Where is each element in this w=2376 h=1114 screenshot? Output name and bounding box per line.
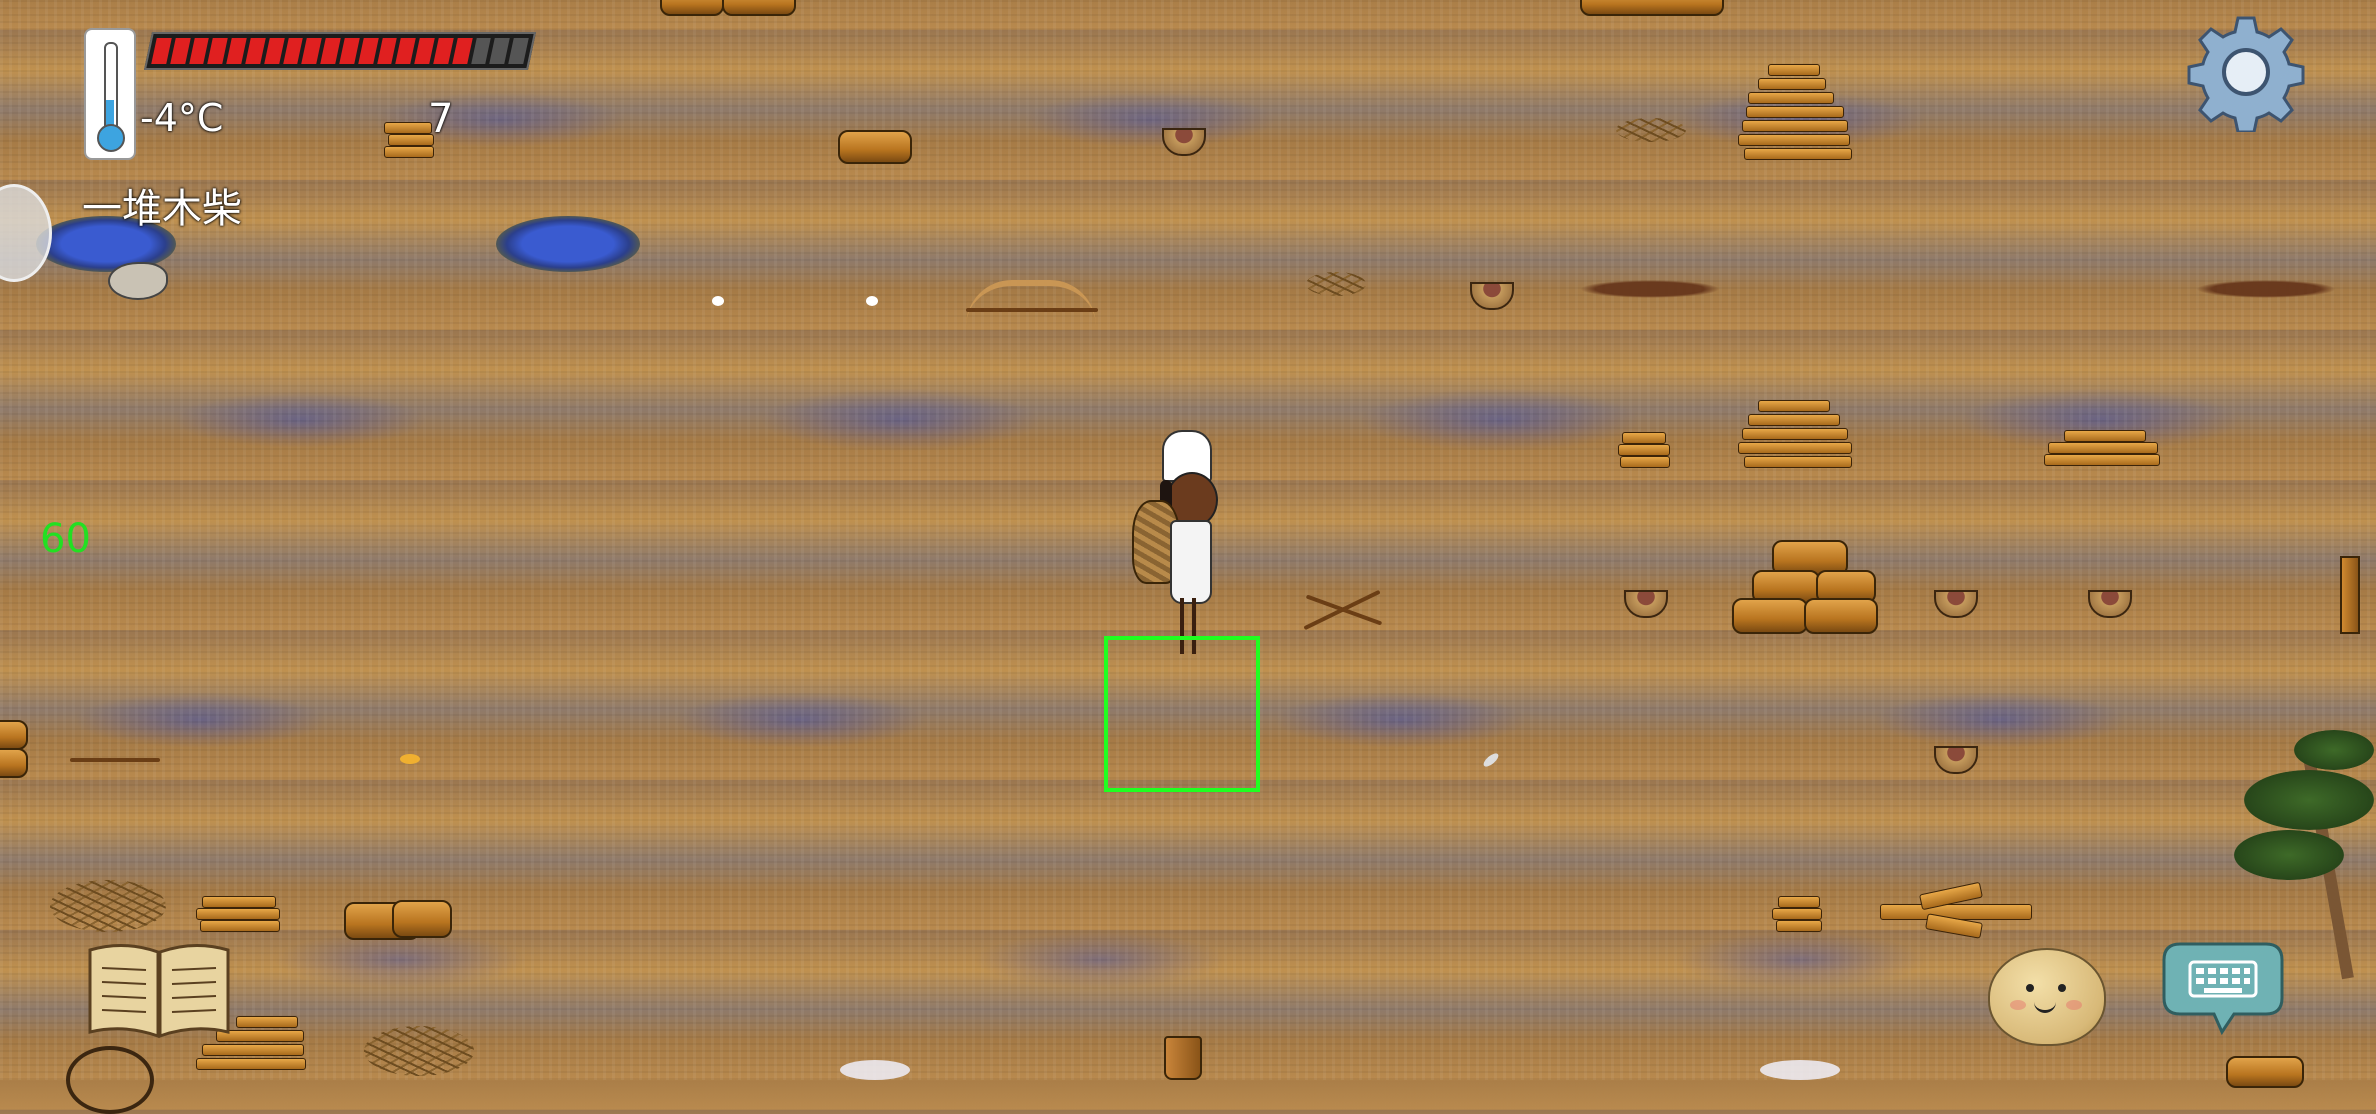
wood-pile[interactable] bbox=[1738, 400, 1852, 470]
arrow[interactable] bbox=[966, 308, 1098, 312]
log[interactable] bbox=[0, 720, 28, 750]
health-segment-filled bbox=[358, 38, 379, 64]
side-pull-tab[interactable] bbox=[0, 184, 52, 282]
kindling[interactable] bbox=[364, 1026, 474, 1076]
scattered-logs[interactable] bbox=[1880, 881, 2032, 939]
fps-counter: 60 bbox=[40, 516, 91, 562]
log[interactable] bbox=[722, 0, 796, 16]
health-segment-filled bbox=[320, 38, 341, 64]
log[interactable] bbox=[838, 130, 912, 164]
bow[interactable] bbox=[966, 280, 1096, 326]
kindling[interactable] bbox=[1616, 118, 1686, 142]
health-segment-empty bbox=[508, 38, 529, 64]
stone[interactable] bbox=[866, 296, 878, 306]
basket[interactable] bbox=[1470, 282, 1514, 310]
basket[interactable] bbox=[1624, 590, 1668, 618]
player-character[interactable] bbox=[1126, 430, 1236, 660]
health-segment-filled bbox=[282, 38, 304, 64]
health-segment-filled bbox=[339, 38, 360, 64]
basket-handle[interactable] bbox=[66, 1046, 154, 1114]
basket[interactable] bbox=[1934, 746, 1978, 774]
stone[interactable] bbox=[712, 296, 724, 306]
health-segment-filled bbox=[188, 38, 210, 64]
fence-post[interactable] bbox=[2340, 556, 2360, 634]
log[interactable] bbox=[2226, 1056, 2304, 1088]
pond[interactable] bbox=[496, 216, 640, 272]
health-segment-filled bbox=[376, 38, 398, 64]
log[interactable] bbox=[660, 0, 724, 16]
feather[interactable] bbox=[1481, 751, 1501, 769]
health-segment-filled bbox=[395, 38, 416, 64]
log[interactable] bbox=[1580, 0, 1724, 16]
kindling[interactable] bbox=[1306, 272, 1366, 296]
health-segment-filled bbox=[451, 38, 473, 64]
health-segment-filled bbox=[207, 38, 228, 64]
bucket[interactable] bbox=[1164, 1036, 1202, 1080]
face-icon[interactable] bbox=[1988, 948, 2106, 1046]
book-icon[interactable] bbox=[84, 940, 234, 1040]
health-bar bbox=[143, 32, 537, 70]
health-segment-empty bbox=[489, 38, 510, 64]
planted-row[interactable] bbox=[2196, 280, 2336, 298]
small-wood-pile[interactable] bbox=[1618, 432, 1670, 476]
small-item[interactable] bbox=[400, 754, 420, 764]
health-segment-filled bbox=[433, 38, 454, 64]
small-wood-pile[interactable] bbox=[1772, 896, 1822, 936]
basket[interactable] bbox=[1934, 590, 1978, 618]
tile-selection-cursor[interactable] bbox=[1104, 636, 1260, 792]
goose[interactable] bbox=[108, 262, 168, 300]
health-segment-filled bbox=[301, 38, 322, 64]
wood-pile[interactable] bbox=[1738, 64, 1852, 164]
stick[interactable] bbox=[70, 758, 160, 762]
snow-patch bbox=[1760, 1060, 1840, 1080]
wood-pile[interactable] bbox=[2044, 430, 2160, 476]
basket[interactable] bbox=[2088, 590, 2132, 618]
health-segment-filled bbox=[226, 38, 247, 64]
health-segment-filled bbox=[151, 38, 172, 64]
health-segment-filled bbox=[414, 38, 435, 64]
item-count: 7 bbox=[428, 96, 454, 142]
thermometer-icon bbox=[84, 28, 136, 160]
health-segment-empty bbox=[470, 38, 492, 64]
planted-row[interactable] bbox=[1580, 280, 1720, 298]
keyboard-icon[interactable] bbox=[2160, 940, 2286, 1036]
kindling[interactable] bbox=[50, 880, 166, 932]
log[interactable] bbox=[392, 900, 452, 938]
coat bbox=[1170, 520, 1212, 604]
health-segment-filled bbox=[264, 38, 285, 64]
gear-icon[interactable] bbox=[2186, 12, 2306, 132]
basket[interactable] bbox=[1162, 128, 1206, 156]
log[interactable] bbox=[0, 748, 28, 778]
held-item-label: 一堆木柴 bbox=[82, 186, 242, 232]
small-wood-pile[interactable] bbox=[384, 122, 434, 168]
health-segment-filled bbox=[245, 38, 266, 64]
health-segment-filled bbox=[170, 38, 191, 64]
temperature-readout: -4°C bbox=[140, 96, 224, 140]
small-wood-pile[interactable] bbox=[196, 896, 280, 936]
snow-patch bbox=[840, 1060, 910, 1080]
